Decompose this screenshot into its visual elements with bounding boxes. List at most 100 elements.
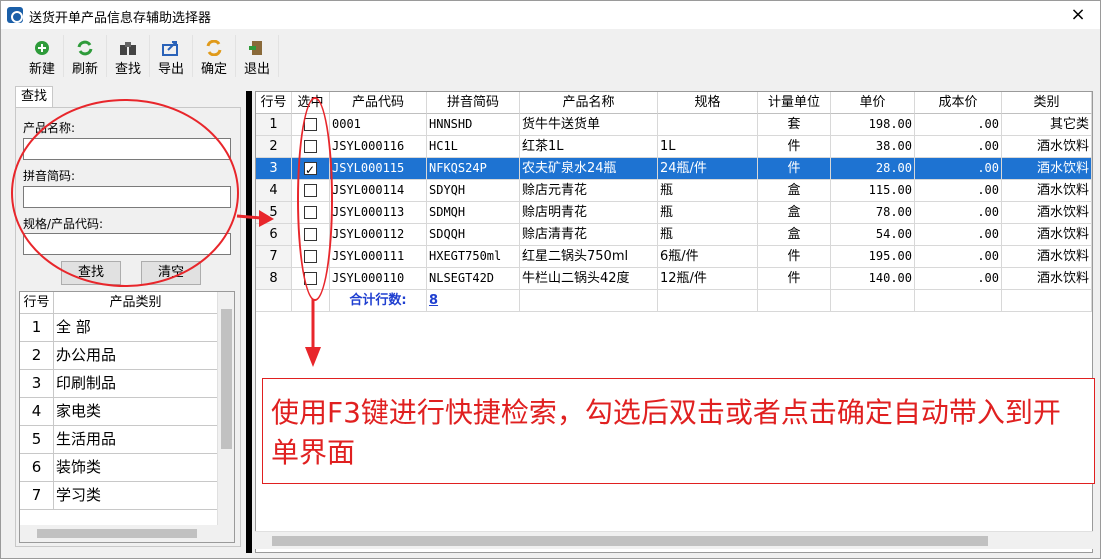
product-code: JSYL000112	[330, 224, 427, 246]
close-button[interactable]: ×	[1056, 1, 1100, 29]
total-empty	[831, 290, 915, 312]
row-index: 3	[256, 158, 292, 180]
category-index: 1	[20, 314, 54, 341]
export-button[interactable]: 导出	[150, 35, 193, 77]
refresh-button[interactable]: 刷新	[64, 35, 107, 77]
product-price: 115.00	[831, 180, 915, 202]
panel-splitter[interactable]	[246, 91, 252, 553]
product-unit: 件	[758, 268, 831, 290]
category-row[interactable]: 2 办公用品	[20, 342, 234, 370]
product-name: 货牛牛送货单	[520, 114, 658, 136]
product-row[interactable]: 8 JSYL000110 NLSEGT42D 牛栏山二锅头42度 12瓶/件件 140.0…	[256, 268, 1092, 290]
header-unit: 计量单位	[758, 92, 831, 114]
confirm-label: 确定	[200, 62, 227, 77]
add-icon	[33, 39, 51, 56]
product-price: 198.00	[831, 114, 915, 136]
product-row[interactable]: 4 JSYL000114 SDYQH 赊店元青花瓶盒 115.00.00 酒水饮料	[256, 180, 1092, 202]
category-row[interactable]: 7 学习类	[20, 482, 234, 510]
product-row[interactable]: 6 JSYL000112 SDQQH 赊店清青花瓶盒 54.00.00 酒水饮料	[256, 224, 1092, 246]
category-row[interactable]: 3 印刷制品	[20, 370, 234, 398]
pinyin-code: SDYQH	[427, 180, 520, 202]
export-icon	[162, 39, 180, 56]
row-index: 4	[256, 180, 292, 202]
category-name: 家电类	[54, 398, 218, 425]
product-unit: 盒	[758, 180, 831, 202]
category-list: 行号 产品类别 1全 部 2 办公用品 3 印刷制品 4 家电类 5 生活用品 6 装饰类…	[19, 291, 235, 543]
product-price: 38.00	[831, 136, 915, 158]
category-row[interactable]: 4 家电类	[20, 398, 234, 426]
row-index: 2	[256, 136, 292, 158]
category-name: 全 部	[54, 314, 218, 341]
product-spec: 12瓶/件	[658, 268, 758, 290]
total-empty	[758, 290, 831, 312]
category-horizontal-scrollbar[interactable]	[20, 525, 234, 542]
grid-horizontal-thumb[interactable]	[272, 536, 988, 546]
product-row[interactable]: 2 JSYL000116 HC1L 红茶1L 1L 件 38.00.00 酒水饮料	[256, 136, 1092, 158]
product-row[interactable]: 7 JSYL000111 HXEGT750ml 红星二锅头750ml 6瓶/件件 195.…	[256, 246, 1092, 268]
window-title: 送货开单产品信息存辅助选择器	[29, 11, 212, 26]
header-type: 类别	[1002, 92, 1092, 114]
annotation-arrow-down-icon	[305, 299, 321, 367]
product-price: 54.00	[831, 224, 915, 246]
category-row[interactable]: 1全 部	[20, 314, 234, 342]
product-cost: .00	[915, 158, 1002, 180]
product-spec: 瓶	[658, 224, 758, 246]
annotation-ellipse-checkbox	[297, 97, 333, 301]
product-cost: .00	[915, 114, 1002, 136]
product-spec: 瓶	[658, 180, 758, 202]
total-row: 合计行数: 8	[256, 290, 1092, 312]
product-type: 酒水饮料	[1002, 158, 1092, 180]
product-unit: 件	[758, 158, 831, 180]
category-row[interactable]: 6 装饰类	[20, 454, 234, 482]
product-row[interactable]: 3 JSYL000115NFKQS24P农夫矿泉水24瓶24瓶/件件28.00.0…	[256, 158, 1092, 180]
grid-horizontal-scrollbar[interactable]	[255, 531, 1093, 549]
total-empty	[256, 290, 292, 312]
row-index: 7	[256, 246, 292, 268]
total-empty	[520, 290, 658, 312]
total-empty	[658, 290, 758, 312]
product-spec: 6瓶/件	[658, 246, 758, 268]
tab-search[interactable]: 查找	[15, 86, 53, 108]
refresh-label: 刷新	[71, 62, 98, 77]
total-label: 合计行数:	[330, 290, 427, 312]
product-cost: .00	[915, 136, 1002, 158]
category-index: 2	[20, 342, 54, 369]
category-vertical-scrollbar[interactable]	[217, 292, 234, 526]
product-name: 赊店明青花	[520, 202, 658, 224]
product-cost: .00	[915, 224, 1002, 246]
product-code: JSYL000114	[330, 180, 427, 202]
category-index: 6	[20, 454, 54, 481]
find-button[interactable]: 查找	[107, 35, 150, 77]
category-name: 学习类	[54, 482, 218, 509]
product-unit: 套	[758, 114, 831, 136]
category-vertical-thumb[interactable]	[221, 309, 232, 449]
product-row[interactable]: 1 0001 HNNSHD 货牛牛送货单 套 198.00.00 其它类	[256, 114, 1092, 136]
product-cost: .00	[915, 246, 1002, 268]
selector-window: 送货开单产品信息存辅助选择器 × 新建 刷新 查找 导出 确定 退出 查找 产品	[0, 0, 1101, 559]
product-code: JSYL000113	[330, 202, 427, 224]
product-type: 酒水饮料	[1002, 224, 1092, 246]
category-index: 3	[20, 370, 54, 397]
product-type: 其它类	[1002, 114, 1092, 136]
category-row[interactable]: 5 生活用品	[20, 426, 234, 454]
category-name: 印刷制品	[54, 370, 218, 397]
pinyin-code: HC1L	[427, 136, 520, 158]
header-name: 产品名称	[520, 92, 658, 114]
category-horizontal-thumb[interactable]	[37, 529, 197, 538]
product-name: 牛栏山二锅头42度	[520, 268, 658, 290]
confirm-button[interactable]: 确定	[193, 35, 236, 77]
find-label: 查找	[114, 62, 141, 77]
product-code: JSYL000115	[330, 158, 427, 180]
product-type: 酒水饮料	[1002, 136, 1092, 158]
header-spec: 规格	[658, 92, 758, 114]
product-row[interactable]: 5 JSYL000113 SDMQH 赊店明青花瓶盒 78.00.00 酒水饮料	[256, 202, 1092, 224]
product-price: 140.00	[831, 268, 915, 290]
product-cost: .00	[915, 202, 1002, 224]
product-code: JSYL000116	[330, 136, 427, 158]
product-type: 酒水饮料	[1002, 268, 1092, 290]
new-button[interactable]: 新建	[21, 35, 64, 77]
product-unit: 件	[758, 136, 831, 158]
exit-button[interactable]: 退出	[236, 35, 279, 77]
exit-icon	[248, 39, 266, 56]
pinyin-code: SDMQH	[427, 202, 520, 224]
